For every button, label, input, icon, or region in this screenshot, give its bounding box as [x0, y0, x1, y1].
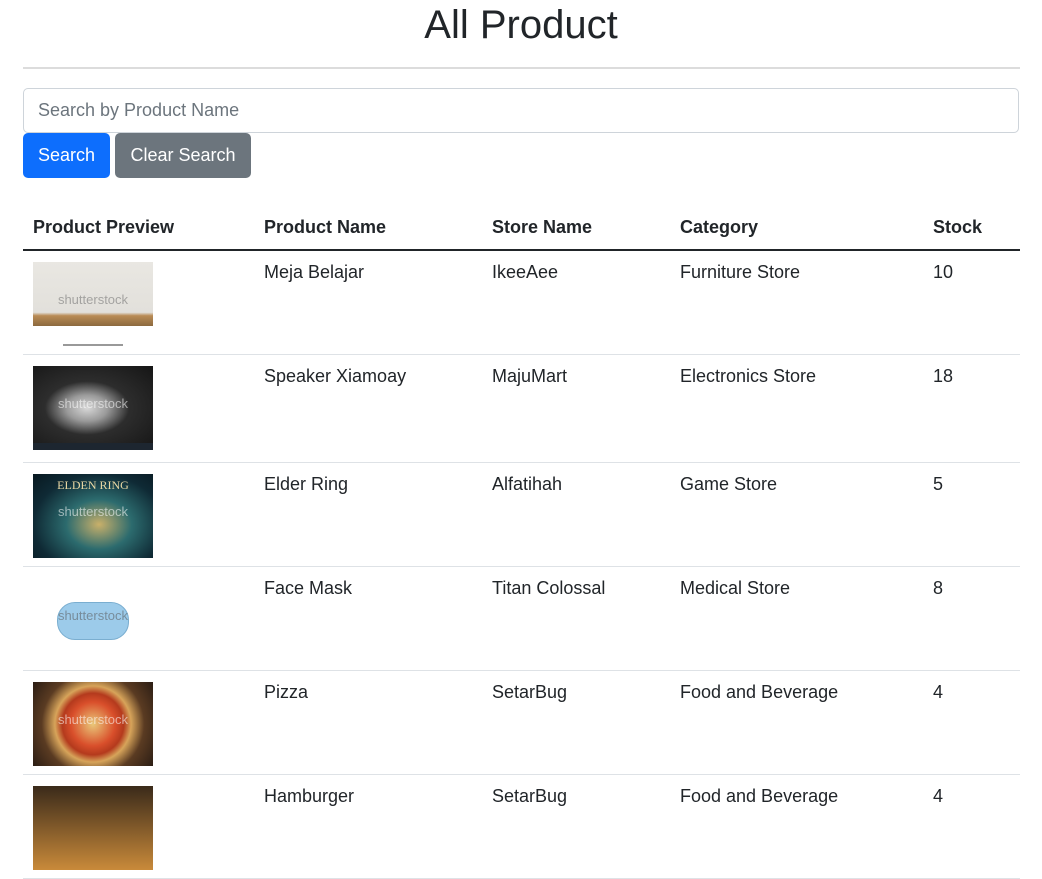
- store-name-cell: SetarBug: [482, 670, 670, 775]
- product-image-elden-ring: ELDEN RING shutterstock: [33, 473, 153, 558]
- product-name-cell: Elder Ring: [254, 462, 482, 567]
- watermark-text: shutterstock: [57, 292, 129, 307]
- column-header-product-name: Product Name: [254, 205, 482, 251]
- table-row: Hamburger SetarBug Food and Beverage 4: [23, 774, 1020, 879]
- table-row: ELDEN RING shutterstock Elder Ring Alfat…: [23, 462, 1020, 567]
- column-header-stock: Stock: [923, 205, 1020, 251]
- stock-cell: 5: [923, 462, 1020, 567]
- watermark-text: shutterstock: [57, 711, 129, 727]
- preview-cell: shutterstock: [23, 250, 254, 355]
- table-row: shutterstock Face Mask Titan Colossal Me…: [23, 566, 1020, 671]
- column-header-category: Category: [670, 205, 923, 251]
- table-row: shutterstock Meja Belajar IkeeAee Furnit…: [23, 250, 1020, 355]
- game-logo-text: ELDEN RING: [57, 477, 129, 492]
- search-button[interactable]: Search: [23, 133, 110, 178]
- store-name-cell: SetarBug: [482, 774, 670, 879]
- product-name-cell: Pizza: [254, 670, 482, 775]
- store-name-cell: Titan Colossal: [482, 566, 670, 671]
- stock-cell: 4: [923, 670, 1020, 775]
- page-title: All Product: [424, 3, 618, 47]
- column-header-store-name: Store Name: [482, 205, 670, 251]
- table-row: shutterstock Pizza SetarBug Food and Bev…: [23, 670, 1020, 775]
- watermark-text: shutterstock: [57, 395, 129, 411]
- product-image-pizza: shutterstock: [33, 681, 153, 766]
- preview-cell: [23, 774, 254, 879]
- column-header-preview: Product Preview: [23, 205, 254, 251]
- search-input[interactable]: [23, 88, 1019, 133]
- stock-cell: 8: [923, 566, 1020, 671]
- product-table: Product Preview Product Name Store Name …: [23, 205, 1020, 879]
- category-cell: Electronics Store: [670, 354, 923, 463]
- product-image-desk: shutterstock: [33, 262, 153, 346]
- category-cell: Medical Store: [670, 566, 923, 671]
- preview-cell: shutterstock: [23, 566, 254, 671]
- watermark-text: shutterstock: [57, 503, 129, 519]
- store-name-cell: IkeeAee: [482, 250, 670, 355]
- preview-cell: ELDEN RING shutterstock: [23, 462, 254, 567]
- stock-cell: 10: [923, 250, 1020, 355]
- watermark-text: shutterstock: [57, 607, 129, 623]
- category-cell: Game Store: [670, 462, 923, 567]
- product-image-hamburger: [33, 785, 153, 870]
- product-name-cell: Speaker Xiamoay: [254, 354, 482, 463]
- product-name-cell: Face Mask: [254, 566, 482, 671]
- table-header-row: Product Preview Product Name Store Name …: [23, 205, 1020, 251]
- title-divider: [23, 67, 1020, 69]
- stock-cell: 18: [923, 354, 1020, 463]
- preview-cell: shutterstock: [23, 670, 254, 775]
- store-name-cell: Alfatihah: [482, 462, 670, 567]
- store-name-cell: MajuMart: [482, 354, 670, 463]
- preview-cell: shutterstock: [23, 354, 254, 463]
- product-image-speaker: shutterstock: [33, 365, 153, 450]
- category-cell: Food and Beverage: [670, 670, 923, 775]
- product-image-face-mask: shutterstock: [33, 577, 153, 662]
- table-row: shutterstock Speaker Xiamoay MajuMart El…: [23, 354, 1020, 463]
- category-cell: Furniture Store: [670, 250, 923, 355]
- clear-search-button[interactable]: Clear Search: [115, 133, 251, 178]
- product-name-cell: Hamburger: [254, 774, 482, 879]
- stock-cell: 4: [923, 774, 1020, 879]
- category-cell: Food and Beverage: [670, 774, 923, 879]
- product-name-cell: Meja Belajar: [254, 250, 482, 355]
